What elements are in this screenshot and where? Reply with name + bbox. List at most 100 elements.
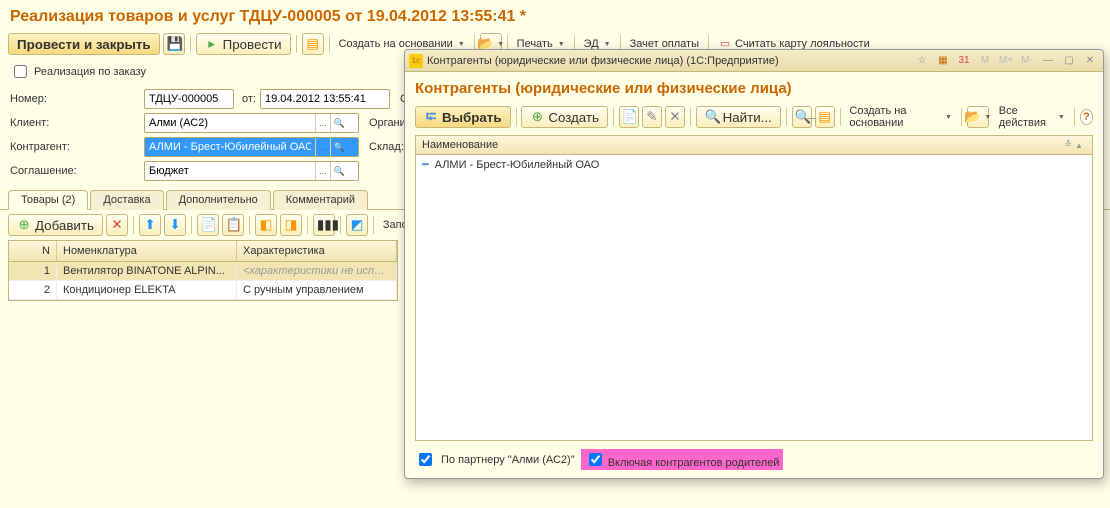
add-button[interactable]: ⊕ Добавить [8, 214, 103, 236]
incl-parents-checkbox[interactable] [589, 453, 602, 466]
move-up-icon[interactable]: ⬆ [139, 214, 161, 236]
select-button[interactable]: ... [315, 114, 330, 132]
barcode-icon[interactable]: ▮▮▮ [313, 214, 335, 236]
clear-find-icon[interactable]: 🔍̶ [792, 106, 812, 128]
agreement-label: Соглашение: [10, 165, 140, 177]
number-label: Номер: [10, 93, 140, 105]
separator [340, 216, 341, 234]
tab-additional[interactable]: Дополнительно [166, 190, 271, 210]
list-header[interactable]: Наименование ≛ ▲ [416, 136, 1092, 155]
move-down-icon[interactable]: ⬇ [164, 214, 186, 236]
client-field[interactable]: ... 🔍 [144, 113, 359, 133]
select-arrow-icon: ⮓ [424, 110, 438, 124]
date-field[interactable]: 📅 [260, 89, 390, 109]
app-icon: 1c [409, 54, 423, 68]
open-icon[interactable]: 🔍 [330, 162, 348, 180]
cell-n: 2 [9, 281, 57, 299]
open-icon[interactable]: 🔍 [330, 138, 348, 156]
item-icon: ━ [422, 158, 429, 171]
dialog-titlebar[interactable]: 1c Контрагенты (юридические или физическ… [405, 50, 1103, 72]
select-button[interactable]: ... [315, 162, 330, 180]
separator [613, 108, 614, 126]
extra-icon[interactable]: ◩ [346, 214, 368, 236]
dialog-footer: По партнеру "Алми (АС2)" Включая контраг… [415, 445, 1093, 472]
paste-icon[interactable]: 📋 [222, 214, 244, 236]
tab-goods[interactable]: Товары (2) [8, 190, 88, 210]
number-field[interactable] [144, 89, 234, 109]
contragent-input[interactable] [145, 138, 315, 156]
agreement-input[interactable] [145, 162, 315, 180]
list-header-label: Наименование [422, 139, 498, 151]
search-icon: 🔍 [705, 110, 719, 124]
copy-icon[interactable]: 📄 [619, 106, 639, 128]
report-icon[interactable]: ▤ [302, 33, 324, 55]
create-based-menu[interactable]: Создать на основании ▼ [845, 103, 956, 131]
list-item[interactable]: ━ АЛМИ - Брест-Юбилейный ОАО [416, 155, 1092, 174]
help-icon[interactable]: ? [1080, 109, 1093, 125]
cell-n: 1 [9, 262, 57, 280]
find-button[interactable]: 🔍 Найти... [696, 106, 781, 128]
scroll-up-icon[interactable]: ▲ [1072, 139, 1086, 151]
star-icon[interactable]: ☆ [913, 53, 931, 69]
col-char[interactable]: Характеристика [237, 241, 397, 261]
by-order-label: Реализация по заказу [34, 66, 146, 78]
by-partner-label: По партнеру "Алми (АС2)" [441, 454, 575, 466]
separator [249, 216, 250, 234]
find-label: Найти... [723, 110, 772, 125]
post-label: Провести [223, 37, 282, 52]
list-item-label: АЛМИ - Брест-Юбилейный ОАО [435, 159, 600, 171]
contragents-dialog: 1c Контрагенты (юридические или физическ… [404, 49, 1104, 479]
select-button[interactable]: ... [315, 138, 330, 156]
goods-table: N Номенклатура Характеристика 1 Вентилят… [8, 240, 398, 301]
by-partner-checkbox[interactable] [419, 453, 432, 466]
plus-icon: ⊕ [17, 218, 31, 232]
copy-icon[interactable]: 📄 [197, 214, 219, 236]
table-row[interactable]: 1 Вентилятор BINATONE ALPIN... <характер… [9, 262, 397, 281]
list-icon[interactable]: ▤ [815, 106, 835, 128]
client-label: Клиент: [10, 117, 140, 129]
separator [191, 216, 192, 234]
calc-icon[interactable]: ▦ [934, 53, 952, 69]
client-input[interactable] [145, 114, 315, 132]
edit-icon[interactable]: ✎ [642, 106, 662, 128]
mplus-button[interactable]: M+ [997, 53, 1015, 69]
contragent-field[interactable]: ... 🔍 [144, 137, 359, 157]
close-icon[interactable]: ✕ [1081, 53, 1099, 69]
plus-icon: ⊕ [530, 110, 544, 124]
post-and-close-button[interactable]: Провести и закрыть [8, 33, 160, 55]
chevron-down-icon: ▼ [458, 41, 465, 48]
sort-icon[interactable]: ≛ [1064, 139, 1072, 151]
folder-icon[interactable]: 📂▼ [967, 106, 989, 128]
cell-char: С ручным управлением [237, 281, 397, 299]
col-n[interactable]: N [9, 241, 57, 261]
create-button[interactable]: ⊕ Создать [521, 106, 608, 128]
post-button[interactable]: ▸ Провести [196, 33, 291, 55]
incl-parents-group: Включая контрагентов родителей [581, 449, 784, 470]
dialog-toolbar: ⮓ Выбрать ⊕ Создать 📄 ✎ ✕ 🔍 Найти... 🔍̶ … [415, 103, 1093, 135]
all-actions-menu[interactable]: Все действия ▼ [995, 103, 1069, 131]
maximize-icon[interactable]: ▢ [1060, 53, 1078, 69]
action-icon[interactable]: ◨ [280, 214, 302, 236]
separator [690, 108, 691, 126]
warehouse-label: Склад: [369, 141, 404, 153]
m-button[interactable]: M [976, 53, 994, 69]
select-button[interactable]: ⮓ Выбрать [415, 106, 511, 128]
table-row[interactable]: 2 Кондиционер ELEKTA С ручным управление… [9, 281, 397, 300]
mminus-button[interactable]: M- [1018, 53, 1036, 69]
calendar-icon[interactable]: 31 [955, 53, 973, 69]
tab-delivery[interactable]: Доставка [90, 190, 163, 210]
delete-icon[interactable]: ✕ [665, 106, 685, 128]
minimize-icon[interactable]: — [1039, 53, 1057, 69]
save-icon[interactable]: 💾 [163, 33, 185, 55]
agreement-field[interactable]: ... 🔍 [144, 161, 359, 181]
action-icon[interactable]: ◧ [255, 214, 277, 236]
open-icon[interactable]: 🔍 [330, 114, 348, 132]
chevron-down-icon: ▼ [945, 114, 952, 121]
tab-comment[interactable]: Комментарий [273, 190, 368, 210]
col-name[interactable]: Номенклатура [57, 241, 237, 261]
delete-icon[interactable]: ✕ [106, 214, 128, 236]
by-order-checkbox[interactable] [14, 65, 27, 78]
separator [1074, 108, 1075, 126]
date-input[interactable] [261, 90, 411, 108]
contragent-label: Контрагент: [10, 141, 140, 153]
